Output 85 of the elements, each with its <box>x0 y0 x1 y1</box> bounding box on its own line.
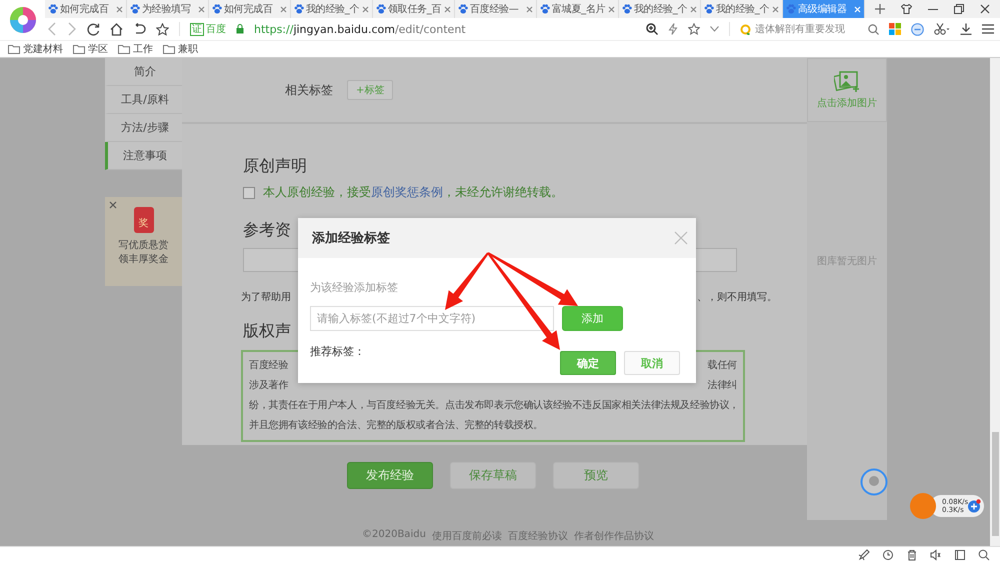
browser-tab[interactable]: 领取任务_百 <box>373 0 455 18</box>
section-heading: 原创声明 <box>243 156 307 177</box>
prize-envelope: 奖 <box>134 207 154 233</box>
copyright-notice: ©2020Baidu <box>362 529 426 542</box>
browser-tab[interactable]: 高级编辑器 <box>783 0 865 18</box>
image-add-icon <box>834 70 860 92</box>
paw-icon <box>540 4 550 14</box>
search-icon[interactable] <box>978 549 990 562</box>
section-heading: 版权声 <box>243 321 291 342</box>
copyright-text: 纷，其责任在于用户本人，与百度经验无关。点击发布即表示您确认该经验不违反国家相关法律法规及经验协议， <box>249 398 740 413</box>
scrollbar[interactable] <box>990 58 1000 546</box>
folder-icon <box>73 44 85 54</box>
browser-tab[interactable]: 如何完成百 <box>45 0 127 18</box>
statement-text: 本人原创经验，接受原创奖惩条例，未经允许谢绝转载。 <box>263 184 563 201</box>
browser-tab[interactable]: 我的经验_个 <box>619 0 701 18</box>
recommended-label: 推荐标签： <box>310 344 365 359</box>
star-icon[interactable] <box>688 23 700 35</box>
paw-icon <box>704 4 714 14</box>
promo-card[interactable]: 奖 写优质悬赏 领丰厚奖金 <box>105 197 182 286</box>
new-tab-icon[interactable] <box>875 4 885 14</box>
browser-tab[interactable]: 为经验填写 <box>127 0 209 18</box>
paw-icon <box>376 4 386 14</box>
promo-text: 写优质悬赏 领丰厚奖金 <box>118 239 168 267</box>
publish-button[interactable]: 发布经验 <box>347 462 433 489</box>
browser-tab[interactable]: 富城夏_名片 <box>537 0 619 18</box>
paw-icon <box>786 4 796 14</box>
download-icon[interactable] <box>960 23 972 35</box>
close-icon[interactable] <box>980 4 990 14</box>
paw-icon <box>48 4 58 14</box>
browser-tab[interactable]: 如何完成百 <box>209 0 291 18</box>
paw-icon <box>622 4 632 14</box>
bookmark[interactable]: 工作 <box>118 42 153 56</box>
speaker-icon[interactable] <box>930 549 942 562</box>
bookmark[interactable]: 学区 <box>73 42 108 56</box>
rules-link[interactable]: 原创奖惩条例 <box>371 185 443 199</box>
reload-icon[interactable] <box>87 22 100 36</box>
star-icon[interactable] <box>156 22 169 36</box>
accelerator-ball-icon[interactable] <box>909 492 937 520</box>
home-icon[interactable] <box>110 22 123 36</box>
scissors-icon[interactable] <box>934 23 950 35</box>
copyright-text: 并且您拥有该经验的合法、完整的版权或者合法、完整的转载授权。 <box>249 418 544 433</box>
tag-input[interactable]: 请输入标签(不超过7个中文字符) <box>310 306 554 331</box>
apps-grid-icon[interactable] <box>889 23 901 35</box>
lock-icon <box>236 24 244 34</box>
restore-icon[interactable] <box>954 4 964 14</box>
minus-circle-icon[interactable] <box>911 22 924 36</box>
hint-text: 为了帮助用 <box>241 290 291 304</box>
field-label: 相关标签 <box>285 82 333 98</box>
paw-icon <box>458 4 468 14</box>
shirt-icon[interactable] <box>901 4 912 14</box>
url-field[interactable]: https://jingyan.baidu.com/edit/content <box>254 22 466 36</box>
close-icon[interactable] <box>109 201 117 209</box>
browser-tab[interactable]: 百度经验— <box>455 0 537 18</box>
copyright-text: 涉及著作 <box>249 378 288 393</box>
plus-circle-icon[interactable] <box>967 499 981 513</box>
lightning-icon[interactable] <box>668 23 678 35</box>
paw-icon <box>294 4 304 14</box>
search-engine-icon <box>740 24 751 34</box>
chevron-down-icon[interactable] <box>710 26 719 32</box>
copyright-text: 法律纠 <box>708 378 737 393</box>
bookmark[interactable]: 兼职 <box>163 42 198 56</box>
browser-logo-icon[interactable] <box>8 6 36 34</box>
dialog-prompt: 为该经验添加标签 <box>310 280 399 295</box>
window-icon[interactable] <box>954 549 966 562</box>
folder-icon <box>8 44 20 54</box>
menu-icon[interactable] <box>982 24 994 34</box>
browser-tab[interactable]: 我的经验_个 <box>291 0 373 18</box>
search-icon[interactable] <box>868 24 879 34</box>
hint-text: 、，则不用填写。 <box>697 290 777 304</box>
checkbox[interactable] <box>243 186 255 198</box>
copyright-text: 百度经验 <box>249 358 288 373</box>
folder-icon <box>118 44 130 54</box>
zoom-icon[interactable] <box>646 23 658 35</box>
dialog-title: 添加经验标签 <box>312 230 390 247</box>
rocket-icon[interactable] <box>858 549 870 562</box>
trash-icon[interactable] <box>906 549 918 562</box>
clock-icon[interactable] <box>882 549 894 562</box>
section-heading: 参考资 <box>243 220 291 241</box>
copyright-text: 载任何 <box>708 358 737 373</box>
folder-icon <box>163 44 175 54</box>
undo-icon[interactable] <box>133 22 146 36</box>
bookmark[interactable]: 党建材料 <box>8 42 63 56</box>
security-badge[interactable]: 证 百度 <box>190 22 226 36</box>
paw-icon <box>212 4 222 14</box>
paw-icon <box>130 4 140 14</box>
